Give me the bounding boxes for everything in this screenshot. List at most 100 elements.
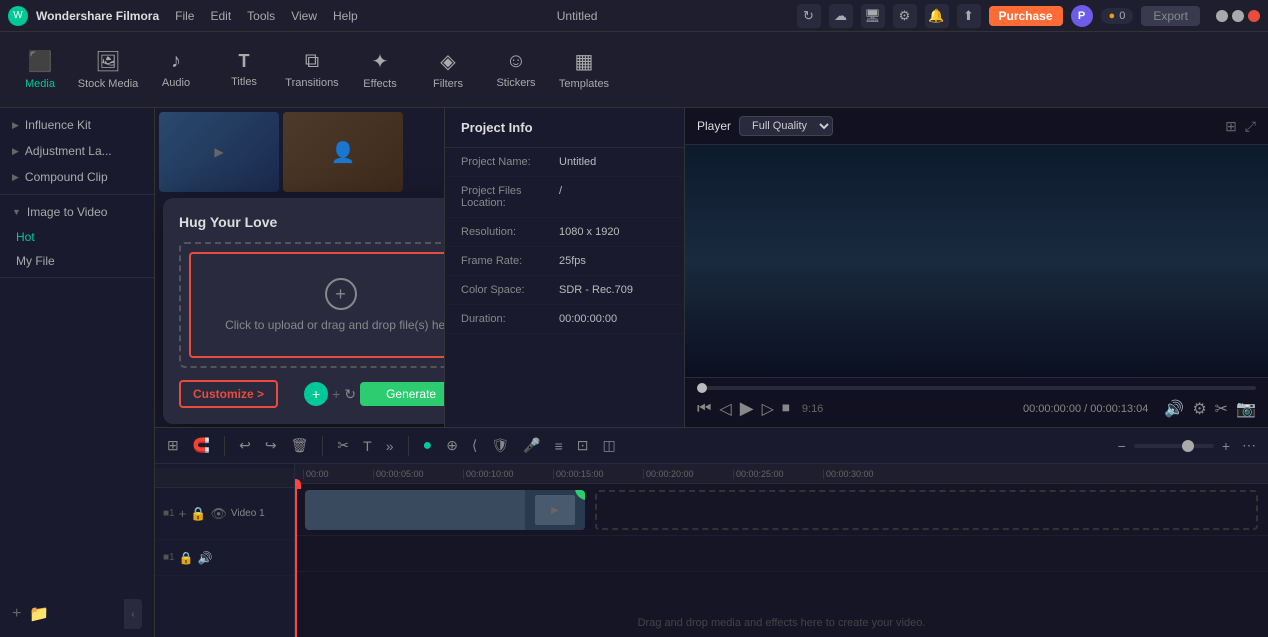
volume-icon[interactable]: 🔊 (1164, 399, 1184, 419)
step-back-button[interactable]: ⏮ (697, 400, 711, 418)
ruler-mark-6: 00:00:30:00 (823, 469, 913, 479)
redo-button[interactable]: ↪ (261, 435, 281, 456)
progress-handle[interactable] (697, 383, 707, 393)
notification-icon[interactable]: 🔔 (925, 4, 949, 28)
settings-player-icon[interactable]: ⚙ (1192, 399, 1206, 419)
split-view-button[interactable]: ⊞ (163, 435, 183, 456)
export-button[interactable]: Export (1141, 6, 1200, 26)
fullscreen-icon[interactable]: ⤢ (1245, 118, 1256, 135)
maximize-button[interactable] (1232, 10, 1244, 22)
zoom-slider[interactable] (1134, 444, 1214, 448)
sidebar-item-compound-clip[interactable]: ▶ Compound Clip (0, 164, 154, 190)
sidebar-item-influence-kit[interactable]: ▶ Influence Kit (0, 112, 154, 138)
audio-track-button[interactable]: ≡ (551, 436, 567, 456)
cloud-icon[interactable]: ☁ (829, 4, 853, 28)
fit-button[interactable]: ⋯ (1238, 435, 1260, 456)
info-value-colorspace: SDR - Rec.709 (559, 284, 633, 296)
frame-forward-button[interactable]: ▷ (762, 399, 774, 419)
app-name: Wondershare Filmora (36, 9, 159, 23)
sidebar-subitem-my-file[interactable]: My File (0, 249, 154, 273)
upload-drop-area[interactable]: + Click to upload or drag and drop file(… (189, 252, 445, 358)
audio-track-row[interactable] (295, 536, 1268, 572)
menu-tools[interactable]: Tools (247, 9, 275, 23)
magnet-button[interactable]: 🧲 (189, 435, 214, 456)
play-button[interactable]: ▶ (740, 398, 754, 419)
more-button[interactable]: » (382, 436, 398, 456)
toolbar-audio[interactable]: ♪ Audio (144, 36, 208, 104)
mic-button[interactable]: 🎤 (519, 435, 544, 456)
audio-lock-icon[interactable]: 🔒 (179, 551, 194, 565)
menu-help[interactable]: Help (333, 9, 358, 23)
customize-button[interactable]: Customize > (179, 380, 278, 408)
sidebar-item-adjustment[interactable]: ▶ Adjustment La... (0, 138, 154, 164)
video1-label: Video 1 (231, 508, 265, 519)
stock-media-label: Stock Media (78, 78, 139, 90)
lock-icon[interactable]: 🔒 (190, 506, 206, 522)
close-button[interactable] (1248, 10, 1260, 22)
toolbar-media[interactable]: ⬛ Media (8, 36, 72, 104)
toolbar-filters[interactable]: ◈ Filters (416, 36, 480, 104)
undo-button[interactable]: ↩ (235, 435, 255, 456)
sidebar-item-image-to-video[interactable]: ▼ Image to Video (0, 199, 154, 225)
share-icon[interactable]: ⬆ (957, 4, 981, 28)
add-credit-button[interactable]: + (304, 382, 328, 406)
sync-icon[interactable]: ↻ (797, 4, 821, 28)
progress-bar[interactable] (697, 386, 1256, 390)
cut-button[interactable]: ✂ (333, 435, 353, 456)
record-button[interactable]: ● (419, 435, 437, 457)
audio-label: Audio (162, 77, 190, 89)
quality-select[interactable]: Full Quality 1/2 Quality 1/4 Quality (739, 116, 833, 136)
app-logo: W (8, 6, 28, 26)
text-button[interactable]: T (359, 436, 376, 456)
import-icon[interactable]: 📁 (29, 604, 49, 624)
ruler-mark-0: 00:00 (303, 469, 373, 479)
toolbar-stock-media[interactable]: 🖼 Stock Media (76, 36, 140, 104)
monitor-icon[interactable]: 🖥 (861, 4, 885, 28)
refresh-icon[interactable]: ↻ (344, 386, 356, 403)
toolbar-titles[interactable]: T Titles (212, 36, 276, 104)
sidebar-subitem-hot[interactable]: Hot (0, 225, 154, 249)
menu-view[interactable]: View (291, 9, 317, 23)
menu-edit[interactable]: Edit (210, 9, 231, 23)
media-thumb-2[interactable]: 👤 (283, 112, 403, 192)
caption-button[interactable]: ⊡ (573, 435, 593, 456)
video-track-row[interactable]: ▶ + (295, 484, 1268, 536)
media-thumb-1[interactable]: ▶ (159, 112, 279, 192)
info-value-duration: 00:00:00:00 (559, 313, 617, 325)
collapse-panel-button[interactable]: ‹ (124, 599, 142, 629)
toolbar-separator-2 (322, 436, 323, 456)
snapshot-icon[interactable]: 📷 (1236, 399, 1256, 419)
detect-button[interactable]: ◫ (599, 435, 620, 456)
stop-button[interactable]: ⏹ (782, 400, 790, 418)
upload-plus-icon: + (325, 278, 357, 310)
prev-frame-button[interactable]: ⟨ (468, 435, 481, 456)
add-folder-icon[interactable]: + (12, 605, 21, 623)
toolbar-stickers[interactable]: ☺ Stickers (484, 36, 548, 104)
shield-button[interactable]: 🛡 (487, 435, 513, 456)
video-clip[interactable]: ▶ + (305, 490, 585, 530)
delete-button[interactable]: 🗑 (287, 435, 313, 456)
settings-icon[interactable]: ⚙ (893, 4, 917, 28)
frame-back-button[interactable]: ◁ (719, 399, 731, 419)
profile-avatar[interactable]: P (1071, 5, 1093, 27)
grid-view-icon[interactable]: ⊞ (1225, 118, 1237, 135)
transition-button[interactable]: ⊕ (442, 435, 462, 456)
crop-icon[interactable]: ✂ (1215, 399, 1228, 419)
zoom-out-button[interactable]: − (1114, 436, 1130, 456)
toolbar-transitions[interactable]: ⧉ Transitions (280, 36, 344, 104)
minimize-button[interactable] (1216, 10, 1228, 22)
zoom-in-button[interactable]: + (1218, 436, 1234, 456)
purchase-button[interactable]: Purchase (989, 6, 1063, 26)
menu-file[interactable]: File (175, 9, 194, 23)
toolbar-templates[interactable]: ▦ Templates (552, 36, 616, 104)
player-canvas (685, 145, 1268, 377)
effects-icon: ✦ (372, 49, 389, 74)
eye-icon[interactable]: 👁 (210, 506, 227, 522)
add-track-icon[interactable]: + (179, 506, 187, 522)
generate-button[interactable]: ⊕ Generate ⊕ 250 (360, 382, 445, 406)
zoom-handle[interactable] (1182, 440, 1194, 452)
ruler-mark-2: 00:00:10:00 (463, 469, 553, 479)
menu-bar: File Edit Tools View Help (175, 9, 358, 23)
toolbar-effects[interactable]: ✦ Effects (348, 36, 412, 104)
audio-mute-icon[interactable]: 🔊 (198, 551, 213, 565)
